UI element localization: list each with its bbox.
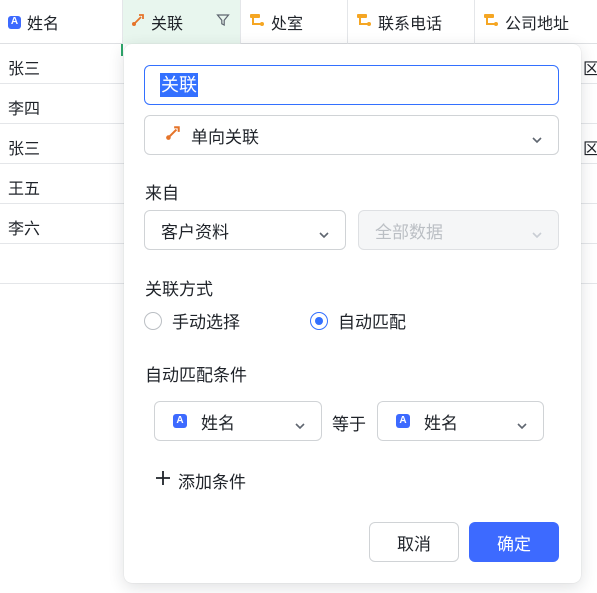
address-cell-partial: 区: [583, 61, 597, 78]
chevron-down-icon: [318, 225, 330, 245]
table-header: A 姓名 关联 处室 联系电话 公司地址: [0, 0, 597, 44]
source-table-value: 客户资料: [161, 222, 229, 242]
name-cell: 李四: [8, 101, 41, 118]
header-cell-name[interactable]: A 姓名: [0, 0, 123, 44]
header-label: 公司地址: [505, 16, 570, 33]
radio-label: 手动选择: [172, 313, 240, 332]
chevron-down-icon: [516, 416, 528, 436]
text-field-icon: A: [173, 414, 187, 428]
condition-label: 自动匹配条件: [145, 366, 247, 385]
header-label: 联系电话: [378, 16, 443, 33]
field-config-popup: 关联 单向关联 来自 客户资料 全部数据 关联方式 手动选择 自动匹配 自动匹配…: [124, 44, 581, 583]
condition-right-field-value: 姓名: [424, 413, 458, 433]
chevron-down-icon: [531, 225, 543, 245]
add-condition-label: 添加条件: [178, 473, 246, 492]
plus-icon: [154, 469, 172, 492]
lookup-field-icon: [356, 13, 372, 32]
from-label: 来自: [145, 184, 179, 203]
header-cell-office[interactable]: 处室: [241, 0, 348, 44]
condition-left-field-value: 姓名: [201, 413, 235, 433]
name-cell: 张三: [8, 141, 41, 158]
condition-right-field-select[interactable]: A 姓名: [377, 401, 544, 441]
radio-label: 自动匹配: [338, 313, 406, 332]
name-cell: 王五: [8, 181, 41, 198]
filter-icon[interactable]: [216, 13, 230, 32]
field-name-value: 关联: [160, 73, 198, 97]
name-cell: 张三: [8, 61, 41, 78]
header-cell-link[interactable]: 关联: [123, 0, 241, 44]
lookup-field-icon: [249, 13, 265, 32]
source-table-select[interactable]: 客户资料: [144, 210, 346, 250]
confirm-button[interactable]: 确定: [469, 522, 559, 562]
text-field-icon: A: [396, 414, 410, 428]
active-column-marker: [121, 44, 123, 56]
radio-manual-select[interactable]: 手动选择: [144, 308, 240, 333]
header-label: 关联: [151, 16, 184, 33]
data-scope-value: 全部数据: [375, 222, 443, 242]
field-type-label: 单向关联: [191, 127, 259, 147]
cancel-button[interactable]: 取消: [369, 522, 459, 562]
condition-left-field-select[interactable]: A 姓名: [154, 401, 322, 441]
link-field-icon: [131, 13, 145, 32]
radio-auto-match[interactable]: 自动匹配: [310, 308, 406, 333]
radio-circle[interactable]: [144, 311, 162, 330]
header-cell-address[interactable]: 公司地址: [475, 0, 597, 44]
data-scope-select: 全部数据: [358, 210, 559, 250]
name-cell: 李六: [8, 221, 41, 238]
chevron-down-icon: [294, 416, 306, 436]
address-cell-partial: 区: [583, 141, 597, 158]
header-label: 处室: [271, 16, 304, 33]
lookup-field-icon: [483, 13, 499, 32]
link-field-icon: [165, 125, 181, 146]
text-field-icon: A: [8, 15, 21, 29]
add-condition-button[interactable]: 添加条件: [154, 468, 246, 493]
field-name-input[interactable]: 关联: [144, 65, 559, 105]
chevron-down-icon: [531, 130, 543, 150]
header-label: 姓名: [27, 16, 60, 33]
radio-circle-selected[interactable]: [310, 311, 328, 330]
field-type-select[interactable]: 单向关联: [144, 115, 559, 155]
link-mode-label: 关联方式: [145, 280, 213, 299]
header-cell-phone[interactable]: 联系电话: [348, 0, 475, 44]
condition-operator: 等于: [332, 415, 366, 434]
